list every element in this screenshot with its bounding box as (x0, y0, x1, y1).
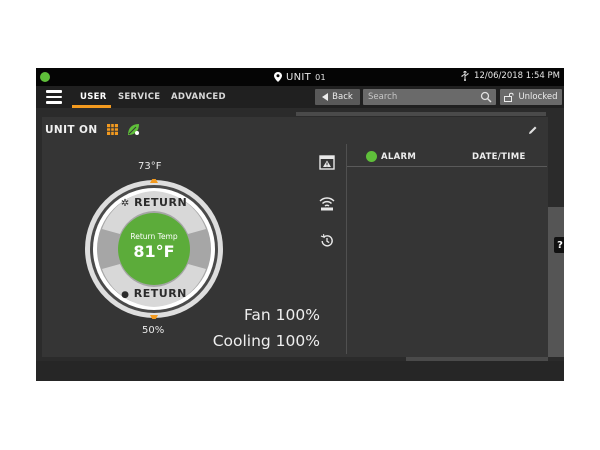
heating-grid-icon (107, 124, 118, 135)
unit-status: UNIT ON (45, 124, 98, 136)
back-arrow-icon (322, 93, 329, 101)
setpoint-marker-top (150, 179, 158, 183)
network-icon[interactable] (319, 195, 335, 211)
setpoint-marker-bottom (150, 315, 158, 319)
dial-bottom-text: RETURN (133, 287, 187, 300)
lock-label: Unlocked (518, 92, 558, 102)
hmi-screen: UNIT 01 12/06/2018 1:54 PM USER SERVICE … (36, 68, 564, 381)
dial-top-text: RETURN (134, 196, 188, 209)
alarm-calendar-icon[interactable] (319, 154, 335, 170)
tab-service[interactable]: SERVICE (118, 92, 160, 102)
dial-center-caption: Return Temp (130, 232, 178, 241)
usb-icon (461, 71, 469, 81)
tab-advanced[interactable]: ADVANCED (171, 92, 226, 102)
panel-divider (346, 144, 347, 354)
humidity-drop-icon: ● (121, 290, 130, 300)
nav-bar: USER SERVICE ADVANCED Back Unlocked (36, 86, 564, 108)
dial-center-value: 81°F (133, 242, 175, 261)
help-button[interactable]: ? (554, 237, 564, 253)
back-label: Back (332, 92, 353, 102)
status-right: 12/06/2018 1:54 PM (460, 71, 560, 81)
fan-icon: ✲ (120, 198, 130, 209)
search-icon[interactable] (480, 91, 492, 103)
datetime-column-header[interactable]: DATE/TIME (472, 152, 526, 162)
search-input[interactable] (363, 89, 475, 105)
setpoint-temp: 73°F (138, 161, 162, 172)
lock-toggle-button[interactable]: Unlocked (500, 89, 562, 105)
tab-user[interactable]: USER (80, 92, 107, 102)
search-box[interactable] (363, 89, 496, 105)
decorative-strip (296, 112, 546, 116)
unit-label: UNIT (286, 71, 312, 83)
unlock-icon (504, 92, 514, 102)
status-indicator-icon (40, 72, 50, 82)
setpoint-humidity: 50% (142, 325, 165, 336)
datetime: 12/06/2018 1:54 PM (474, 71, 560, 81)
fan-speed-readout: Fan 100% (243, 306, 320, 324)
dial-top-label: ✲ RETURN (119, 196, 189, 209)
unit-title: UNIT 01 (274, 70, 326, 84)
alarm-table-header: ALARM DATE/TIME (347, 148, 547, 167)
edit-pencil-icon[interactable] (528, 125, 538, 135)
back-button[interactable]: Back (315, 89, 360, 105)
location-pin-icon (274, 72, 282, 82)
side-drawer-edge (548, 207, 564, 357)
alarm-status-icon (366, 151, 377, 162)
cooling-readout: Cooling 100% (212, 332, 320, 350)
dial-bottom-label: ● RETURN (119, 287, 189, 300)
footer-strip (36, 361, 564, 381)
unit-number: 01 (315, 72, 326, 82)
status-bar: UNIT 01 12/06/2018 1:54 PM (36, 68, 564, 86)
history-icon[interactable] (320, 234, 334, 248)
economizer-leaf-icon (128, 124, 139, 135)
alarm-column-header[interactable]: ALARM (381, 152, 416, 162)
menu-icon[interactable] (46, 90, 62, 104)
